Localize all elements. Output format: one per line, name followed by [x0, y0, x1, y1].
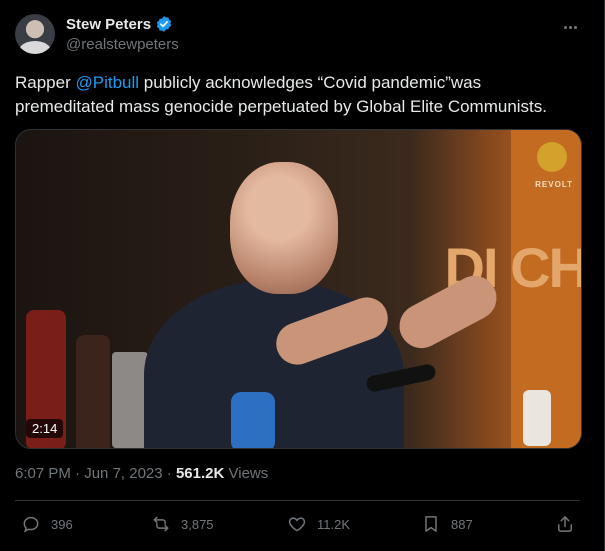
channel-logo-icon	[537, 142, 567, 172]
share-icon	[558, 516, 572, 532]
divider	[15, 500, 580, 501]
more-icon[interactable]	[559, 16, 581, 38]
channel-watermark: REVOLT	[535, 180, 573, 189]
bottle	[76, 335, 110, 448]
like-count: 11.2K	[317, 516, 351, 532]
tweet-text-before: Rapper	[15, 73, 76, 92]
speaker-head	[230, 162, 338, 294]
bookmark-icon	[425, 516, 437, 532]
author-name-row: Stew Peters	[66, 15, 173, 33]
meta-separator: ·	[166, 465, 172, 482]
tweet: Stew Peters @realstewpeters Rapper @Pitb…	[0, 0, 605, 551]
tweet-meta: 6:07 PM · Jun 7, 2023 · 561.2K Views	[15, 465, 268, 482]
avatar[interactable]	[15, 14, 55, 54]
action-bar: 396 3,875 11.2K 887	[15, 514, 580, 538]
cup	[523, 390, 551, 446]
author-handle[interactable]: @realstewpeters	[66, 36, 179, 53]
tweet-time[interactable]: 6:07 PM	[15, 465, 71, 482]
reply-button[interactable]: 396	[21, 514, 73, 534]
mention-link[interactable]: @Pitbull	[75, 73, 139, 92]
views-count: 561.2K	[175, 465, 225, 482]
meta-separator: ·	[75, 465, 81, 482]
glass	[112, 352, 148, 448]
bookmark-count: 887	[451, 516, 473, 532]
reply-icon	[23, 516, 39, 533]
repost-icon	[153, 516, 169, 532]
avatar-shirt	[19, 41, 51, 54]
share-button[interactable]	[555, 514, 575, 534]
video-duration: 2:14	[26, 419, 64, 438]
like-icon	[288, 517, 306, 532]
author-name[interactable]: Stew Peters	[66, 16, 151, 33]
repost-button[interactable]: 3,875	[151, 514, 214, 534]
views-label: Views	[228, 465, 269, 482]
repost-count: 3,875	[181, 516, 214, 532]
reply-count: 396	[51, 516, 73, 532]
tweet-text: Rapper @Pitbull publicly acknowledges “C…	[15, 71, 585, 119]
bookmark-button[interactable]: 887	[421, 514, 473, 534]
tweet-date[interactable]: Jun 7, 2023	[84, 465, 162, 482]
video-player[interactable]: DI CH REVOLT 2:14	[15, 129, 582, 449]
verified-badge-icon	[156, 16, 172, 32]
water-bottle	[231, 392, 275, 448]
like-button[interactable]: 11.2K	[287, 514, 350, 534]
